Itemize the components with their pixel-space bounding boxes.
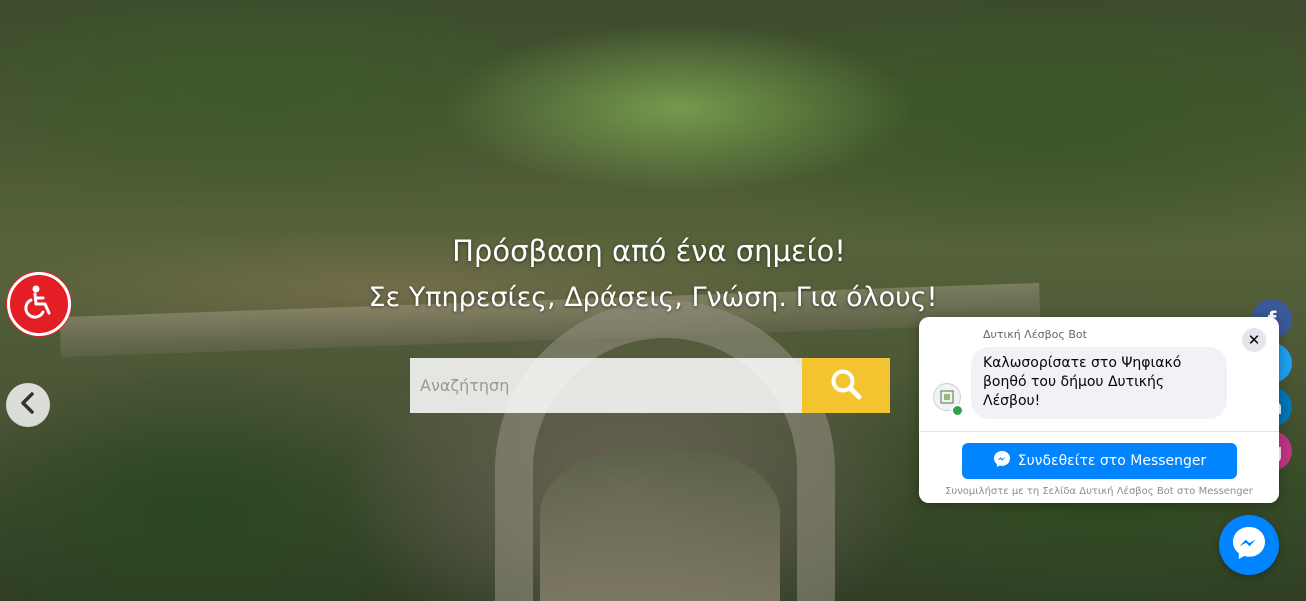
chat-widget: Δυτική Λέσβος Bot ✕ Καλωσορίσατε στο Ψηφ…	[919, 317, 1279, 503]
carousel-prev-button[interactable]	[6, 383, 50, 427]
hero-title: Πρόσβαση από ένα σημείο!	[452, 234, 846, 268]
search-input[interactable]	[410, 358, 802, 413]
messenger-chat-button[interactable]	[1219, 515, 1279, 575]
bot-name: Δυτική Λέσβος Bot	[983, 328, 1087, 341]
close-icon: ✕	[1247, 330, 1261, 349]
hero-subtitle: Σε Υπηρεσίες, Δράσεις, Γνώση. Για όλους!	[368, 282, 938, 313]
chat-footer-note: Συνομιλήστε με τη Σελίδα Δυτική Λέσβος B…	[945, 486, 1253, 497]
chevron-left-icon	[18, 391, 38, 419]
river	[540, 450, 780, 601]
chat-message: Καλωσορίσατε στο Ψηφιακό βοηθό του δήμου…	[971, 347, 1227, 419]
connect-messenger-button[interactable]: Συνδεθείτε στο Messenger	[962, 443, 1237, 479]
accessibility-button[interactable]	[7, 272, 71, 336]
messenger-icon	[993, 450, 1011, 472]
connect-messenger-label: Συνδεθείτε στο Messenger	[1017, 453, 1207, 469]
search-button[interactable]	[802, 358, 890, 413]
bot-logo-icon	[940, 390, 954, 404]
online-status-dot	[951, 404, 964, 417]
search-bar	[410, 358, 890, 413]
messenger-icon	[1231, 525, 1267, 565]
wheelchair-icon	[19, 282, 59, 326]
search-icon	[829, 367, 863, 404]
chat-footer: Συνδεθείτε στο Messenger Συνομιλήστε με …	[919, 431, 1279, 503]
chat-close-button[interactable]: ✕	[1242, 328, 1266, 352]
